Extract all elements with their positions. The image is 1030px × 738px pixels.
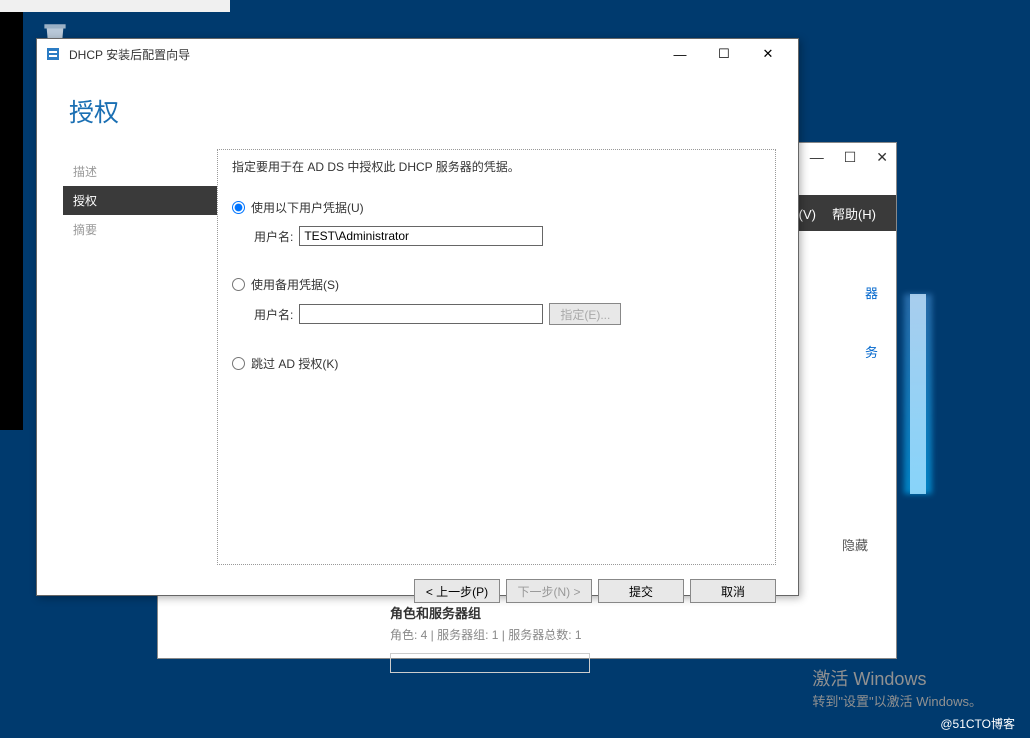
radio-use-user-credentials[interactable]	[232, 201, 245, 214]
maximize-button[interactable]: ☐	[702, 40, 746, 68]
bg-hide-link[interactable]: 隐藏	[842, 535, 868, 554]
alt-username-input	[299, 304, 543, 324]
submit-button[interactable]: 提交	[598, 579, 684, 603]
bg-window-controls: — ☐ ✕	[810, 149, 888, 166]
radio-skip-ad-auth[interactable]	[232, 357, 245, 370]
radio-group-user-creds: 使用以下用户凭据(U) 用户名:	[232, 199, 761, 246]
wizard-app-icon	[45, 46, 61, 62]
bg-close-button[interactable]: ✕	[876, 149, 888, 166]
bg-maximize-button[interactable]: ☐	[844, 149, 857, 166]
radio-use-user-label: 使用以下用户凭据(U)	[251, 199, 364, 216]
radio-use-alt-label: 使用备用凭据(S)	[251, 276, 339, 293]
nav-item-summary[interactable]: 摘要	[69, 215, 217, 244]
username-input[interactable]	[299, 226, 543, 246]
decorative-glow-inner	[910, 294, 926, 494]
radio-use-alternate-credentials[interactable]	[232, 278, 245, 291]
wizard-titlebar[interactable]: DHCP 安装后配置向导 — ☐ ✕	[37, 39, 798, 69]
black-strip	[0, 12, 23, 430]
username-label: 用户名:	[254, 228, 293, 245]
blog-watermark: @51CTO博客	[940, 715, 1015, 732]
previous-button[interactable]: < 上一步(P)	[414, 579, 500, 603]
wizard-content: 指定要用于在 AD DS 中授权此 DHCP 服务器的凭据。 使用以下用户凭据(…	[217, 149, 776, 565]
nav-item-authorization[interactable]: 授权	[63, 186, 217, 215]
top-taskbar	[0, 0, 230, 12]
wizard-heading: 授权	[37, 69, 798, 149]
radio-group-alt-creds: 使用备用凭据(S) 用户名: 指定(E)...	[232, 276, 761, 325]
wizard-footer: < 上一步(P) 下一步(N) > 提交 取消	[37, 565, 798, 617]
wizard-nav: 描述 授权 摘要	[37, 149, 217, 565]
instruction-text: 指定要用于在 AD DS 中授权此 DHCP 服务器的凭据。	[232, 158, 761, 175]
nav-item-description[interactable]: 描述	[69, 157, 217, 186]
roles-subtitle: 角色: 4 | 服务器组: 1 | 服务器总数: 1	[390, 626, 590, 643]
bg-link-server[interactable]: 器	[798, 283, 878, 302]
wizard-title: DHCP 安装后配置向导	[69, 46, 658, 63]
radio-group-skip: 跳过 AD 授权(K)	[232, 355, 761, 372]
activation-title: 激活 Windows	[812, 665, 982, 691]
roles-box	[390, 653, 590, 673]
bg-link-service[interactable]: 务	[798, 342, 878, 361]
activation-subtitle: 转到"设置"以激活 Windows。	[812, 691, 982, 710]
windows-activation-watermark: 激活 Windows 转到"设置"以激活 Windows。	[812, 665, 982, 710]
next-button: 下一步(N) >	[506, 579, 592, 603]
radio-skip-label: 跳过 AD 授权(K)	[251, 355, 338, 372]
dhcp-wizard-dialog: DHCP 安装后配置向导 — ☐ ✕ 授权 描述 授权 摘要 指定要用于在 AD…	[36, 38, 799, 596]
close-button[interactable]: ✕	[746, 40, 790, 68]
alt-username-label: 用户名:	[254, 306, 293, 323]
minimize-button[interactable]: —	[658, 40, 702, 68]
specify-button: 指定(E)...	[549, 303, 621, 325]
cancel-button[interactable]: 取消	[690, 579, 776, 603]
menu-help[interactable]: 帮助(H)	[832, 204, 876, 223]
bg-minimize-button[interactable]: —	[810, 149, 824, 166]
